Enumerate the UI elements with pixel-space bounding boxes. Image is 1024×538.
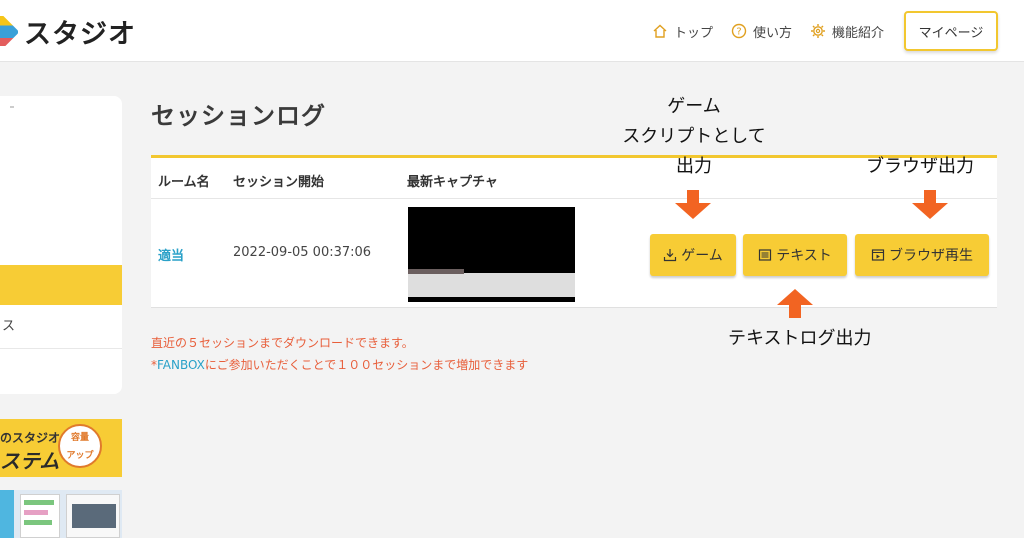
nav-howto[interactable]: ? 使い方 — [731, 22, 792, 41]
mypage-button[interactable]: マイページ — [904, 11, 998, 51]
help-icon: ? — [731, 23, 747, 39]
nav-top[interactable]: トップ — [652, 22, 713, 41]
badge-line2: アップ — [66, 451, 94, 461]
logo-text: スタジオ — [24, 18, 136, 50]
annotation-game-line2: スクリプトとして — [622, 126, 766, 147]
banner-top-text: のスタジオ — [0, 431, 61, 445]
svg-text:?: ? — [736, 27, 741, 38]
promo-screenshot-banner[interactable] — [0, 490, 122, 538]
nav-top-label: トップ — [673, 25, 713, 41]
download-text-button[interactable]: テキスト — [743, 234, 847, 276]
annotation-game-line1: ゲーム — [667, 96, 721, 117]
sidebar-item-label: ス — [2, 319, 16, 334]
sidebar-item-active[interactable] — [0, 265, 122, 305]
browser-play-icon — [871, 249, 885, 261]
nav-howto-label: 使い方 — [752, 25, 792, 41]
nav-features-label: 機能紹介 — [831, 25, 884, 41]
banner-badge: 容量 アップ — [58, 424, 102, 468]
annotation-game-line3: 出力 — [676, 156, 712, 177]
nav-features[interactable]: 機能紹介 — [810, 22, 884, 41]
download-limit-notice: 直近の５セッションまでダウンロードできます。 — [151, 336, 414, 350]
header-latest-capture: 最新キャプチャ — [407, 175, 498, 190]
download-icon — [664, 249, 677, 262]
badge-line1: 容量 — [70, 433, 89, 443]
promo-banner[interactable]: のスタジオ ステム 容量 アップ — [0, 419, 122, 477]
text-log-icon — [759, 249, 772, 261]
table-header-divider — [151, 198, 997, 199]
page-title: セッションログ — [151, 102, 326, 130]
header-session-start: セッション開始 — [233, 175, 325, 190]
header-nav: トップ ? 使い方 機能紹介 マイページ — [652, 11, 998, 51]
gear-icon — [810, 24, 825, 38]
fanbox-notice: *FANBOXにご参加いただくことで１００セッションまで増加できます — [151, 356, 528, 373]
download-game-button[interactable]: ゲーム — [650, 234, 736, 276]
browser-replay-label: ブラウザ再生 — [889, 248, 973, 264]
sidebar-item[interactable]: ス — [0, 305, 122, 349]
browser-replay-button[interactable]: ブラウザ再生 — [855, 234, 989, 276]
fanbox-notice-text: にご参加いただくことで１００セッションまで増加できます — [204, 358, 529, 372]
fanbox-link[interactable]: FANBOX — [157, 358, 205, 372]
banner-big-text: ステム — [0, 449, 60, 473]
home-icon — [653, 24, 667, 38]
latest-capture-thumbnail[interactable] — [408, 207, 575, 302]
room-name-link[interactable]: 適当 — [158, 245, 184, 264]
header-room: ルーム名 — [158, 175, 210, 190]
download-text-label: テキスト — [776, 248, 832, 264]
annotation-browser: ブラウザ出力 — [866, 156, 974, 177]
logo-cube-icon — [0, 16, 18, 46]
sidebar: ス — [0, 96, 122, 394]
annotation-text-log: テキストログ出力 — [728, 328, 872, 349]
sidebar-decoration — [10, 106, 14, 108]
download-game-label: ゲーム — [681, 248, 723, 264]
site-logo[interactable]: スタジオ — [0, 14, 136, 50]
session-start-value: 2022-09-05 00:37:06 — [233, 245, 372, 260]
site-header: スタジオ トップ ? 使い方 機能紹介 マイページ — [0, 0, 1024, 62]
